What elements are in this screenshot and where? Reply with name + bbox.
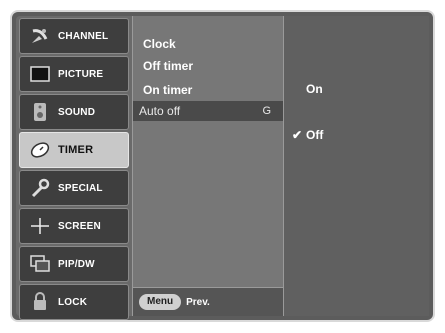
category-column: CHANNEL PICTURE SOUND TIMER SPECIAL SCRE… — [19, 16, 129, 320]
osd-menu-frame: CHANNEL PICTURE SOUND TIMER SPECIAL SCRE… — [10, 10, 435, 322]
menu-item-off-timer[interactable]: Off timer — [137, 56, 277, 76]
checkmark-icon: ✔ — [292, 128, 303, 142]
category-label: PICTURE — [58, 68, 104, 80]
category-label: TIMER — [58, 144, 94, 156]
category-sound[interactable]: SOUND — [19, 94, 129, 130]
category-picture[interactable]: PICTURE — [19, 56, 129, 92]
navigation-bar: Menu Prev. — [133, 287, 283, 316]
category-label: PIP/DW — [58, 258, 95, 270]
wrench-icon — [28, 176, 52, 200]
category-timer[interactable]: TIMER — [19, 132, 129, 168]
category-label: SPECIAL — [58, 182, 103, 194]
category-channel[interactable]: CHANNEL — [19, 18, 129, 54]
option-off[interactable]: ✔ Off — [292, 126, 323, 144]
category-label: CHANNEL — [58, 30, 109, 42]
category-label: SOUND — [58, 106, 96, 118]
category-screen[interactable]: SCREEN — [19, 208, 129, 244]
clock-icon — [28, 138, 52, 162]
category-label: SCREEN — [58, 220, 101, 232]
category-pip-dw[interactable]: PIP/DW — [19, 246, 129, 282]
option-on[interactable]: On — [292, 80, 323, 98]
crosshair-icon — [28, 214, 52, 238]
padlock-icon — [28, 290, 52, 314]
option-label: On — [306, 82, 323, 96]
speaker-icon — [28, 100, 52, 124]
menu-item-on-timer[interactable]: On timer — [137, 80, 277, 100]
category-lock[interactable]: LOCK — [19, 284, 129, 320]
prev-label: Prev. — [186, 296, 210, 308]
osd-menu: CHANNEL PICTURE SOUND TIMER SPECIAL SCRE… — [16, 16, 429, 320]
satellite-dish-icon — [28, 24, 52, 48]
menu-item-clock[interactable]: Clock — [137, 34, 277, 54]
category-special[interactable]: SPECIAL — [19, 170, 129, 206]
menu-item-auto-off[interactable]: Auto off G — [133, 101, 283, 121]
arrow-key-hint: G — [262, 105, 271, 117]
menu-item-label: Auto off — [139, 104, 181, 118]
category-label: LOCK — [58, 296, 88, 308]
pip-windows-icon — [28, 252, 52, 276]
tv-screen-icon — [28, 62, 52, 86]
timer-item-column: Clock Off timer On timer Auto off G Menu… — [132, 16, 284, 316]
menu-button[interactable]: Menu — [139, 294, 182, 310]
option-column: On ✔ Off — [284, 16, 429, 316]
option-label: Off — [306, 128, 324, 142]
